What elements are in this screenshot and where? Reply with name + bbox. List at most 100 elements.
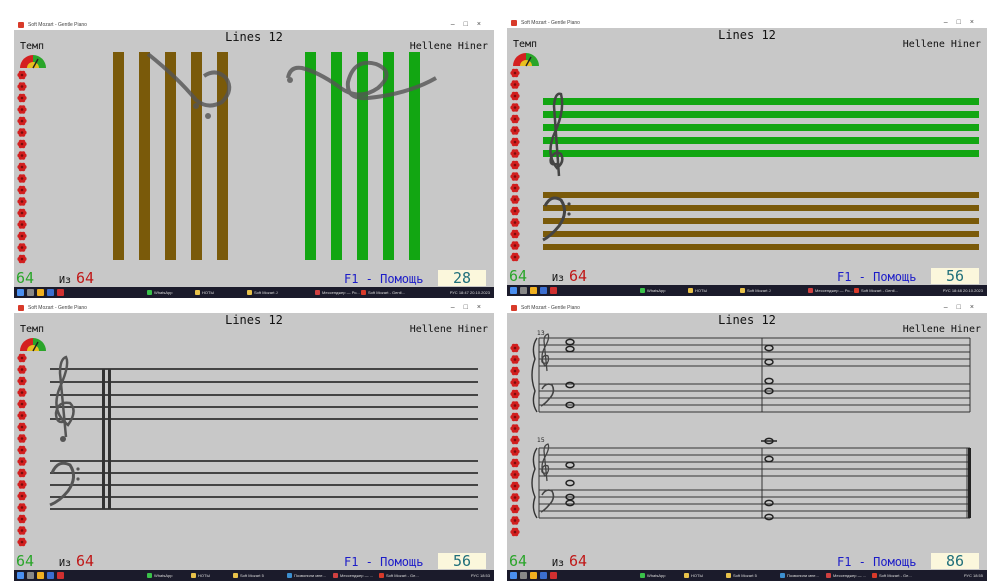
whole-note [565,479,575,487]
start-icon[interactable] [17,289,24,296]
red-flower-icon [17,445,27,455]
taskbar-item[interactable]: Мессенджер — Ро... [314,289,360,296]
taskbar-item[interactable]: Soft Mozart J [246,289,278,296]
brace [531,337,538,413]
red-flower-icon [17,514,27,524]
search-icon[interactable] [27,572,34,579]
taskbar-item[interactable]: НОТЫ [190,572,210,579]
browser-icon[interactable] [37,289,44,296]
red-flower-icon [17,174,27,183]
taskbar-item[interactable]: WhatsApp [639,287,665,294]
window-titlebar[interactable]: Soft Mozart - Gentle Piano –□× [507,18,987,28]
store-icon[interactable] [540,572,547,579]
grand-staff-stage [49,355,478,510]
help-hint[interactable]: F1 - Помощь [344,555,423,569]
window-titlebar[interactable]: Soft Mozart - Gentle Piano –□× [14,303,494,313]
red-flower-icon [510,195,520,204]
taskbar-tray[interactable]: РУС 18:48 20.10.2023 [943,285,983,296]
taskbar-item[interactable]: WhatsApp [146,289,172,296]
window-titlebar[interactable]: Soft Mozart - Gentle Piano –□× [14,20,494,30]
red-flower-icon [510,412,520,422]
app-window-1: Soft Mozart - Gentle Piano –□× Lines 12 … [14,20,494,298]
browser-icon[interactable] [530,572,537,579]
mail-icon[interactable] [550,287,557,294]
red-flower-icon [17,162,27,172]
taskbar-item[interactable]: Soft Mozart - Gentl... [360,289,405,296]
taskbar-item[interactable]: Soft Mozart - Gentl... [853,287,898,294]
red-flower-icon [510,458,520,468]
taskbar-item[interactable]: Позвонили мне... [286,572,326,579]
taskbar-item[interactable]: НОТЫ [194,289,214,296]
red-flower-icon [510,241,520,250]
taskbar-item[interactable]: Soft Mozart - Ge... [871,572,912,579]
exercise-count: 64 [16,552,35,570]
help-hint[interactable]: F1 - Помощь [837,555,916,569]
search-icon[interactable] [520,572,527,579]
taskbar-item[interactable]: Мессенджер — ... [825,572,866,579]
brace [531,447,538,519]
search-icon[interactable] [520,287,527,294]
app-icon [511,20,517,26]
taskbar-item[interactable]: Мессенджер — Ро... [807,287,853,294]
taskbar-item[interactable]: Позвонили мне... [779,572,819,579]
flower-column [510,68,520,262]
window-controls[interactable]: –□× [451,20,490,30]
taskbar: WhatsApp НОТЫ Soft Mozart J Мессенджер —… [507,285,987,296]
red-flower-icon [17,231,27,241]
taskbar-item[interactable]: WhatsApp [639,572,665,579]
red-flower-icon [510,160,520,170]
taskbar-item[interactable]: НОТЫ [683,572,703,579]
whole-note [565,338,575,346]
whole-note [565,461,575,469]
taskbar-item[interactable]: НОТЫ [687,287,707,294]
taskbar-item[interactable]: Soft Mozart J [739,287,771,294]
browser-icon[interactable] [37,572,44,579]
help-hint[interactable]: F1 - Помощь [344,272,423,286]
red-flower-icon [510,103,520,112]
mail-icon[interactable] [550,572,557,579]
taskbar-tray[interactable]: РУС 18:55 [964,570,983,581]
browser-icon[interactable] [530,287,537,294]
help-hint[interactable]: F1 - Помощь [837,270,916,284]
mail-icon[interactable] [57,572,64,579]
red-flower-icon [510,470,520,479]
red-flower-icon [510,504,520,514]
red-flower-icon [510,447,520,456]
start-icon[interactable] [510,572,517,579]
exercise-total: 64 [569,552,588,570]
bass-clef-icon [540,489,555,513]
store-icon[interactable] [47,289,54,296]
red-flower-icon [17,243,27,252]
red-flower-icon [510,527,520,537]
store-icon[interactable] [540,287,547,294]
start-icon[interactable] [17,572,24,579]
taskbar-item[interactable]: Soft Mozart 5 [232,572,264,579]
window-controls[interactable]: –□× [944,18,983,28]
taskbar-item[interactable]: Мессенджер — ... [332,572,373,579]
red-flower-icon [17,537,27,547]
green-staff-line [305,52,316,260]
start-icon[interactable] [510,287,517,294]
taskbar-item[interactable]: Soft Mozart 5 [725,572,757,579]
red-flower-icon [17,376,27,386]
red-flower-icon [17,468,27,478]
whole-note [764,358,774,366]
mail-icon[interactable] [57,289,64,296]
taskbar: WhatsApp НОТЫ Soft Mozart 5 Позвонили мн… [507,570,987,581]
red-flower-icon [17,491,27,501]
score-box: 56 [931,268,979,284]
red-flower-icon [17,128,27,137]
taskbar-tray[interactable]: РУС 18:53 [471,570,490,581]
bass-staff [50,460,478,510]
search-icon[interactable] [27,289,34,296]
treble-staff [50,368,478,420]
taskbar-item[interactable]: Soft Mozart - Ge... [378,572,419,579]
window-controls[interactable]: –□× [944,303,983,313]
app-window-2: Soft Mozart - Gentle Piano –□× Lines 12 … [507,18,987,296]
taskbar-item[interactable]: WhatsApp [146,572,172,579]
store-icon[interactable] [47,572,54,579]
window-titlebar[interactable]: Soft Mozart - Gentle Piano –□× [507,303,987,313]
window-controls[interactable]: –□× [451,303,490,313]
taskbar-tray[interactable]: РУС 18:47 20.10.2023 [450,287,490,298]
measure-number: 15 [537,437,545,444]
